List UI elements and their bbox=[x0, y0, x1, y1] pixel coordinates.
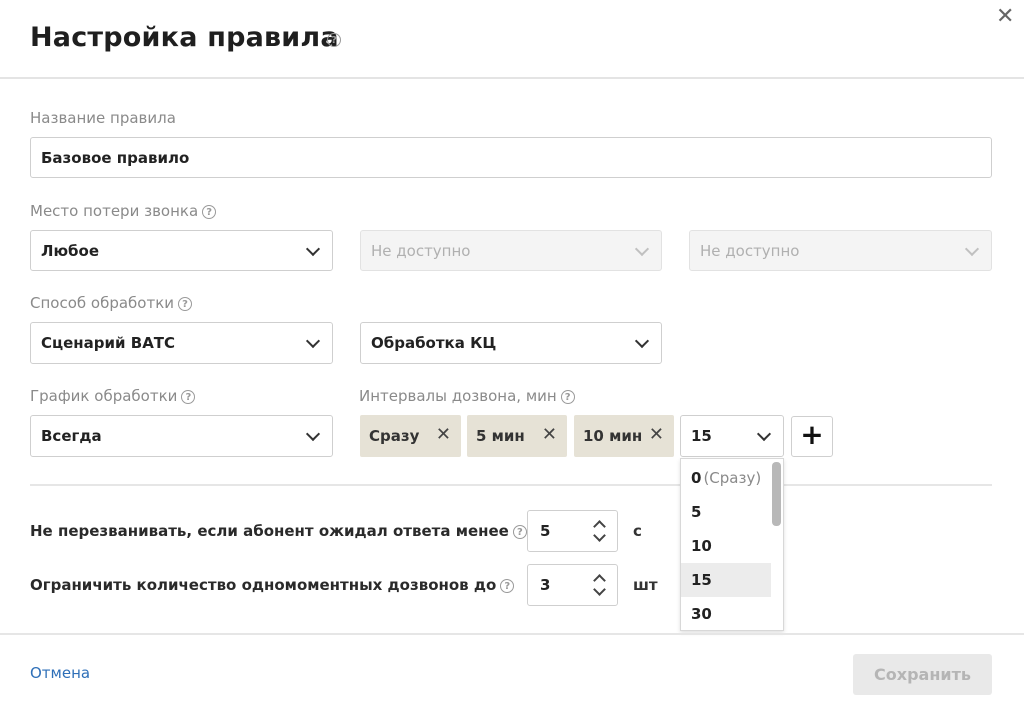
help-icon[interactable]: ? bbox=[178, 296, 193, 311]
call-loss-select-3-value: Не доступно bbox=[700, 241, 800, 260]
help-icon[interactable]: ? bbox=[202, 204, 217, 219]
cancel-link[interactable]: Отмена bbox=[30, 664, 90, 682]
help-icon[interactable]: ? bbox=[181, 389, 196, 404]
interval-chip-label: 5 мин bbox=[476, 427, 525, 445]
dropdown-option-highlighted[interactable]: 15 bbox=[681, 563, 771, 597]
call-loss-label-text: Место потери звонка bbox=[30, 202, 199, 220]
dropdown-scrollbar[interactable] bbox=[772, 462, 781, 526]
schedule-select[interactable]: Всегда bbox=[30, 415, 333, 457]
schedule-label: График обработки? bbox=[30, 387, 196, 405]
no-callback-label: Не перезванивать, если абонент ожидал от… bbox=[30, 522, 527, 540]
chevron-down-icon bbox=[756, 426, 772, 442]
chevron-down-icon bbox=[634, 241, 650, 256]
header-divider bbox=[0, 77, 1024, 79]
save-button[interactable]: Сохранить bbox=[853, 654, 992, 695]
section-divider bbox=[30, 484, 992, 486]
close-icon[interactable]: ✕ bbox=[996, 6, 1014, 28]
footer-divider bbox=[0, 633, 1024, 635]
option-value: 10 bbox=[691, 537, 712, 555]
dropdown-option[interactable]: 10 bbox=[681, 529, 771, 563]
rule-name-label: Название правила bbox=[30, 109, 176, 127]
interval-select-value: 15 bbox=[691, 427, 712, 445]
option-value: 5 bbox=[691, 503, 702, 521]
no-callback-stepper[interactable]: 5 bbox=[527, 510, 618, 552]
remove-icon[interactable]: ✕ bbox=[542, 426, 557, 444]
dropdown-option[interactable]: 5 bbox=[681, 495, 771, 529]
dialog-title: Настройка правила bbox=[30, 22, 339, 53]
call-loss-label: Место потери звонка? bbox=[30, 202, 217, 220]
interval-chip-label: Сразу bbox=[369, 427, 420, 445]
intervals-label-text: Интервалы дозвона, мин bbox=[359, 387, 557, 405]
chevron-down-icon bbox=[305, 333, 321, 349]
rule-name-input[interactable]: Базовое правило bbox=[30, 137, 992, 178]
call-loss-select-1[interactable]: Любое bbox=[30, 230, 333, 271]
dropdown-option[interactable]: 0 (Сразу) bbox=[681, 461, 771, 495]
processing-method-select-1[interactable]: Сценарий ВАТС bbox=[30, 322, 333, 364]
processing-method-label: Способ обработки? bbox=[30, 294, 193, 312]
rule-name-value: Базовое правило bbox=[41, 148, 190, 167]
call-loss-select-3: Не доступно bbox=[689, 230, 992, 271]
no-callback-label-text: Не перезванивать, если абонент ожидал от… bbox=[30, 522, 509, 540]
processing-method-select-2[interactable]: Обработка КЦ bbox=[360, 322, 662, 364]
schedule-label-text: График обработки bbox=[30, 387, 178, 405]
limit-calls-stepper[interactable]: 3 bbox=[527, 564, 618, 606]
dropdown-option[interactable]: 30 bbox=[681, 597, 771, 630]
decrement-icon[interactable] bbox=[593, 529, 606, 542]
intervals-label: Интервалы дозвона, мин? bbox=[359, 387, 575, 405]
no-callback-value: 5 bbox=[540, 522, 551, 540]
no-callback-unit: с bbox=[633, 522, 642, 540]
call-loss-select-2: Не доступно bbox=[360, 230, 662, 271]
rule-settings-dialog: Настройка правила ? ✕ Название правила Б… bbox=[0, 0, 1024, 714]
call-loss-select-1-value: Любое bbox=[41, 241, 99, 260]
interval-chip: 5 мин ✕ bbox=[467, 415, 567, 457]
call-loss-select-2-value: Не доступно bbox=[371, 241, 471, 260]
interval-chip: Сразу ✕ bbox=[360, 415, 461, 457]
interval-dropdown: 0 (Сразу) 5 10 15 30 bbox=[680, 458, 784, 631]
processing-method-select-1-value: Сценарий ВАТС bbox=[41, 334, 176, 352]
remove-icon[interactable]: ✕ bbox=[436, 426, 451, 444]
remove-icon[interactable]: ✕ bbox=[649, 426, 664, 444]
help-icon[interactable]: ? bbox=[560, 389, 575, 404]
option-value: 15 bbox=[691, 571, 712, 589]
schedule-select-value: Всегда bbox=[41, 427, 102, 445]
interval-select[interactable]: 15 bbox=[680, 415, 784, 457]
chevron-down-icon bbox=[964, 241, 980, 256]
interval-chip-label: 10 мин bbox=[583, 427, 643, 445]
limit-calls-unit: шт bbox=[633, 576, 658, 594]
chevron-down-icon bbox=[305, 241, 321, 256]
processing-method-select-2-value: Обработка КЦ bbox=[371, 334, 497, 352]
option-value: 30 bbox=[691, 605, 712, 623]
add-interval-button[interactable]: + bbox=[791, 416, 833, 457]
option-value: 0 bbox=[691, 469, 702, 487]
limit-calls-value: 3 bbox=[540, 576, 551, 594]
option-hint: (Сразу) bbox=[703, 469, 762, 487]
limit-calls-label: Ограничить количество одномоментных дозв… bbox=[30, 576, 515, 594]
interval-chip: 10 мин ✕ bbox=[574, 415, 674, 457]
decrement-icon[interactable] bbox=[593, 583, 606, 596]
processing-method-label-text: Способ обработки bbox=[30, 294, 175, 312]
help-icon[interactable]: ? bbox=[500, 578, 515, 593]
limit-calls-label-text: Ограничить количество одномоментных дозв… bbox=[30, 576, 497, 594]
chevron-down-icon bbox=[305, 426, 321, 442]
help-icon[interactable]: ? bbox=[512, 524, 527, 539]
help-icon[interactable]: ? bbox=[327, 33, 341, 47]
chevron-down-icon bbox=[634, 333, 650, 349]
